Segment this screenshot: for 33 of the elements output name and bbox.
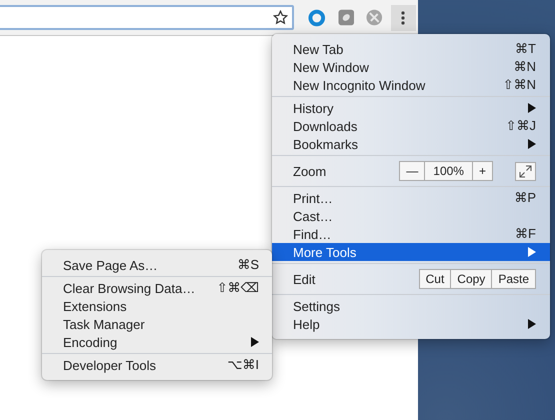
menu-button[interactable] — [390, 4, 416, 30]
menu-item[interactable]: More Tools — [272, 243, 550, 261]
star-icon[interactable] — [273, 10, 288, 25]
submenu-arrow-icon — [251, 337, 259, 347]
menu-item[interactable]: Cast… — [272, 207, 550, 225]
menu-item[interactable]: Help — [272, 315, 550, 333]
menu-item[interactable]: Save Page As… ⌘S — [42, 256, 272, 274]
submenu-arrow-icon — [528, 139, 536, 149]
expand-icon — [519, 164, 532, 178]
menu-item[interactable]: Extensions — [42, 297, 272, 315]
edit-label: Edit — [293, 272, 316, 286]
fullscreen-button[interactable] — [515, 162, 536, 180]
menu-item[interactable]: New Incognito Window ⇧⌘N — [272, 76, 550, 94]
submenu-arrow-icon — [528, 319, 536, 329]
menu-item[interactable]: Task Manager — [42, 315, 272, 333]
menu-item[interactable]: Downloads ⇧⌘J — [272, 117, 550, 135]
extension-icon[interactable] — [338, 9, 354, 26]
ring-icon[interactable] — [308, 8, 326, 26]
menu-item[interactable]: Print… ⌘P — [272, 189, 550, 207]
menu-item[interactable]: Settings — [272, 297, 550, 315]
menu-item[interactable]: New Tab ⌘T — [272, 40, 550, 58]
menu-item[interactable]: Bookmarks — [272, 135, 550, 153]
menu-item[interactable]: New Window ⌘N — [272, 58, 550, 76]
zoom-label: Zoom — [293, 164, 328, 178]
submenu-arrow-icon — [528, 103, 536, 113]
menu-item[interactable]: Find… ⌘F — [272, 225, 550, 243]
menu-item[interactable]: Encoding — [42, 333, 272, 351]
blocked-icon[interactable] — [366, 9, 383, 26]
more-vertical-icon — [401, 10, 406, 24]
menu-item[interactable]: Developer Tools ⌥⌘I — [42, 356, 272, 374]
submenu-arrow-icon — [528, 247, 536, 257]
menu-item[interactable]: History — [272, 99, 550, 117]
menu-item[interactable]: Clear Browsing Data… ⇧⌘⌫ — [42, 279, 272, 297]
